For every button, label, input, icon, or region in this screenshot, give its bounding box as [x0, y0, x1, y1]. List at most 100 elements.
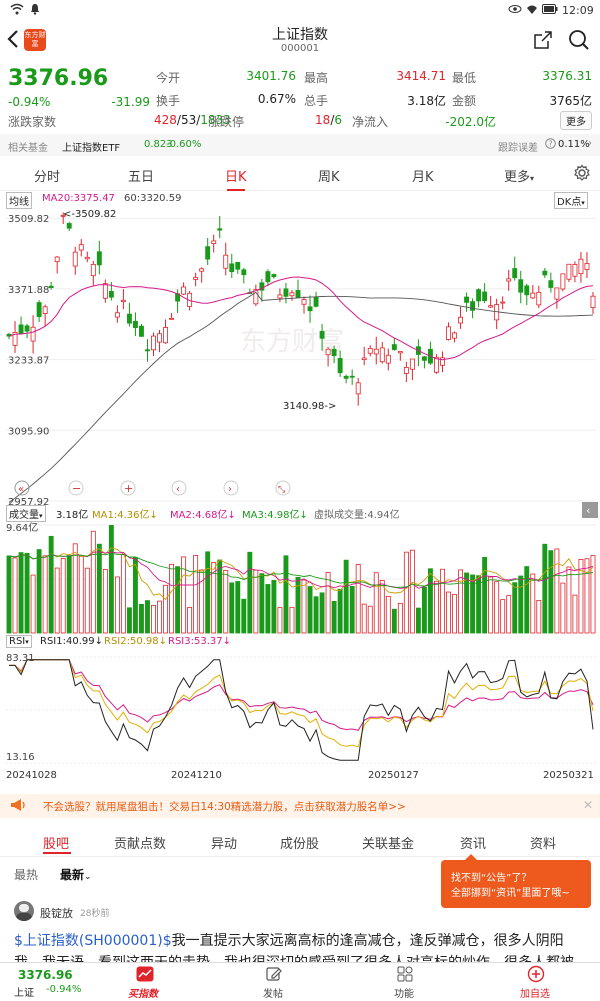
tab-components[interactable]: 成份股: [280, 833, 319, 852]
status-time: 12:09: [562, 4, 594, 17]
volume-bar: [572, 594, 578, 634]
volume-bar: [157, 600, 162, 634]
close-icon[interactable]: ✕: [583, 798, 593, 812]
volume-bar: [253, 569, 259, 634]
volume-bar: [337, 588, 343, 634]
tab-weekly-k[interactable]: 周K: [318, 166, 340, 185]
function-button[interactable]: 功能: [380, 963, 430, 1001]
volume-bar: [60, 557, 66, 634]
tab-news[interactable]: 资讯: [460, 833, 486, 852]
volume-bar: [349, 586, 355, 634]
candle-body: [584, 263, 590, 270]
candle-body: [379, 347, 385, 363]
tab-movement[interactable]: 异动: [211, 833, 237, 852]
tab-monthly-k[interactable]: 月K: [412, 166, 434, 185]
add-watchlist-button[interactable]: 加自选: [510, 963, 570, 1001]
tab-contribution[interactable]: 贡献点数: [114, 833, 166, 852]
sort-hot[interactable]: 最热: [14, 866, 38, 883]
candle-body: [271, 274, 277, 278]
candle-body: [524, 285, 530, 296]
kline-grid: [6, 217, 596, 502]
candle-body: [542, 270, 548, 276]
volume-bar: [325, 572, 331, 634]
tab-daily-k[interactable]: 日K: [225, 166, 247, 191]
volume-bar: [259, 573, 265, 634]
search-icon[interactable]: [568, 29, 590, 54]
tab-five-day[interactable]: 五日: [128, 166, 154, 185]
avatar[interactable]: [14, 901, 34, 921]
share-icon[interactable]: [533, 30, 553, 53]
post-button[interactable]: 发帖: [250, 963, 300, 1001]
candle-body: [325, 348, 331, 356]
related-fund-name[interactable]: 上证指数ETF: [62, 139, 120, 154]
sort-new[interactable]: 最新⌄: [60, 866, 92, 883]
candle-body: [512, 268, 518, 279]
volume-bar: [506, 595, 512, 634]
grid-icon: [397, 966, 413, 985]
candle-body: [488, 305, 494, 308]
limit-up: 18: [315, 113, 331, 127]
candle-body: [48, 285, 54, 289]
volume-indicator-selector[interactable]: 成交量▾: [6, 505, 46, 522]
post-author[interactable]: 股锭放: [40, 905, 73, 921]
candle-body: [18, 324, 24, 334]
volume-bar: [12, 557, 18, 634]
post-body[interactable]: $上证指数(SH000001)$我一直提示大家远离高标的逢高减仓，逢反弹减仓，很…: [14, 930, 586, 962]
candle-body: [331, 348, 337, 357]
candle-body: [391, 344, 397, 350]
promo-banner[interactable]: 不会选股？就用尾盘狙击！交易日14:30精选潜力股，点击获取潜力股名单>> ✕: [0, 794, 600, 818]
tab-profile[interactable]: 资料: [530, 833, 556, 852]
stock-charts[interactable]: 东方财富 3509.823371.883233.873095.902957.92…: [0, 205, 600, 785]
candle-body: [470, 301, 476, 311]
candle-body: [289, 292, 295, 297]
rsi2: RSI2:50.98↓: [104, 636, 167, 647]
candle-body: [385, 354, 391, 364]
kline-legend: 均线 MA20:3375.47 60:3320.59 DK点▾: [6, 192, 596, 209]
candle-body: [90, 263, 96, 277]
info-icon[interactable]: ?: [545, 138, 556, 152]
ma20-value: MA20:3375.47: [42, 193, 115, 204]
high-value: 3414.71: [396, 69, 446, 83]
post-stock-link[interactable]: $上证指数(SH000001)$: [14, 933, 172, 949]
back-button[interactable]: [6, 28, 20, 53]
buy-index-button[interactable]: 买指数: [94, 963, 196, 1001]
volume-dropdown-icon: ▾: [39, 512, 43, 520]
tab-related-funds[interactable]: 关联基金: [362, 833, 414, 852]
chevron-left-icon: ‹: [176, 484, 180, 495]
volume-bar: [440, 568, 445, 634]
dropdown-icon: ▾: [530, 174, 535, 183]
more-button[interactable]: 更多: [560, 111, 592, 130]
tab-intraday[interactable]: 分时: [34, 166, 60, 185]
volume-bar: [409, 549, 415, 634]
quote-row-2: 换手 0.67% 总手 3.18亿 金额 3765亿: [156, 92, 596, 110]
double-left-icon: «: [18, 484, 24, 495]
candle-body: [434, 356, 439, 373]
kline-y-tick: 3509.82: [8, 214, 49, 225]
volume-bar: [554, 548, 560, 634]
candle-body: [530, 292, 536, 299]
change-pct: -0.94%: [8, 95, 51, 109]
settings-icon[interactable]: [573, 164, 591, 185]
volume-bar: [126, 607, 132, 634]
volume-bar: [524, 566, 530, 634]
related-fund-bar[interactable]: 相关基金 上证指数ETF 0.823 -0.60% 跟踪误差 ? 0.11% ›: [0, 134, 600, 156]
tooltip-bubble[interactable]: 找不到“公告”了？ 全部挪到“资讯”里面了哦~: [441, 854, 591, 908]
candle-body: [349, 375, 355, 378]
high-marker: <-3509.82: [63, 209, 116, 220]
tab-more[interactable]: 更多▾: [504, 166, 534, 185]
candle-body: [458, 316, 463, 324]
rsi1: RSI1:40.99↓: [40, 636, 103, 647]
volume-bar: [277, 607, 283, 634]
rsi-selector[interactable]: RSI▾: [6, 635, 32, 648]
plus-icon: +: [124, 482, 133, 495]
candle-body: [452, 332, 457, 339]
ma60-value: 60:3320.59: [124, 193, 182, 204]
tab-guba[interactable]: 股吧: [43, 833, 69, 852]
candle-body: [114, 312, 120, 318]
volume-bar: [584, 558, 590, 634]
candle-body: [211, 240, 217, 244]
candle-body: [277, 294, 283, 299]
candle-body: [343, 375, 349, 379]
candle-body: [440, 357, 445, 366]
volume-bar: [434, 580, 439, 634]
